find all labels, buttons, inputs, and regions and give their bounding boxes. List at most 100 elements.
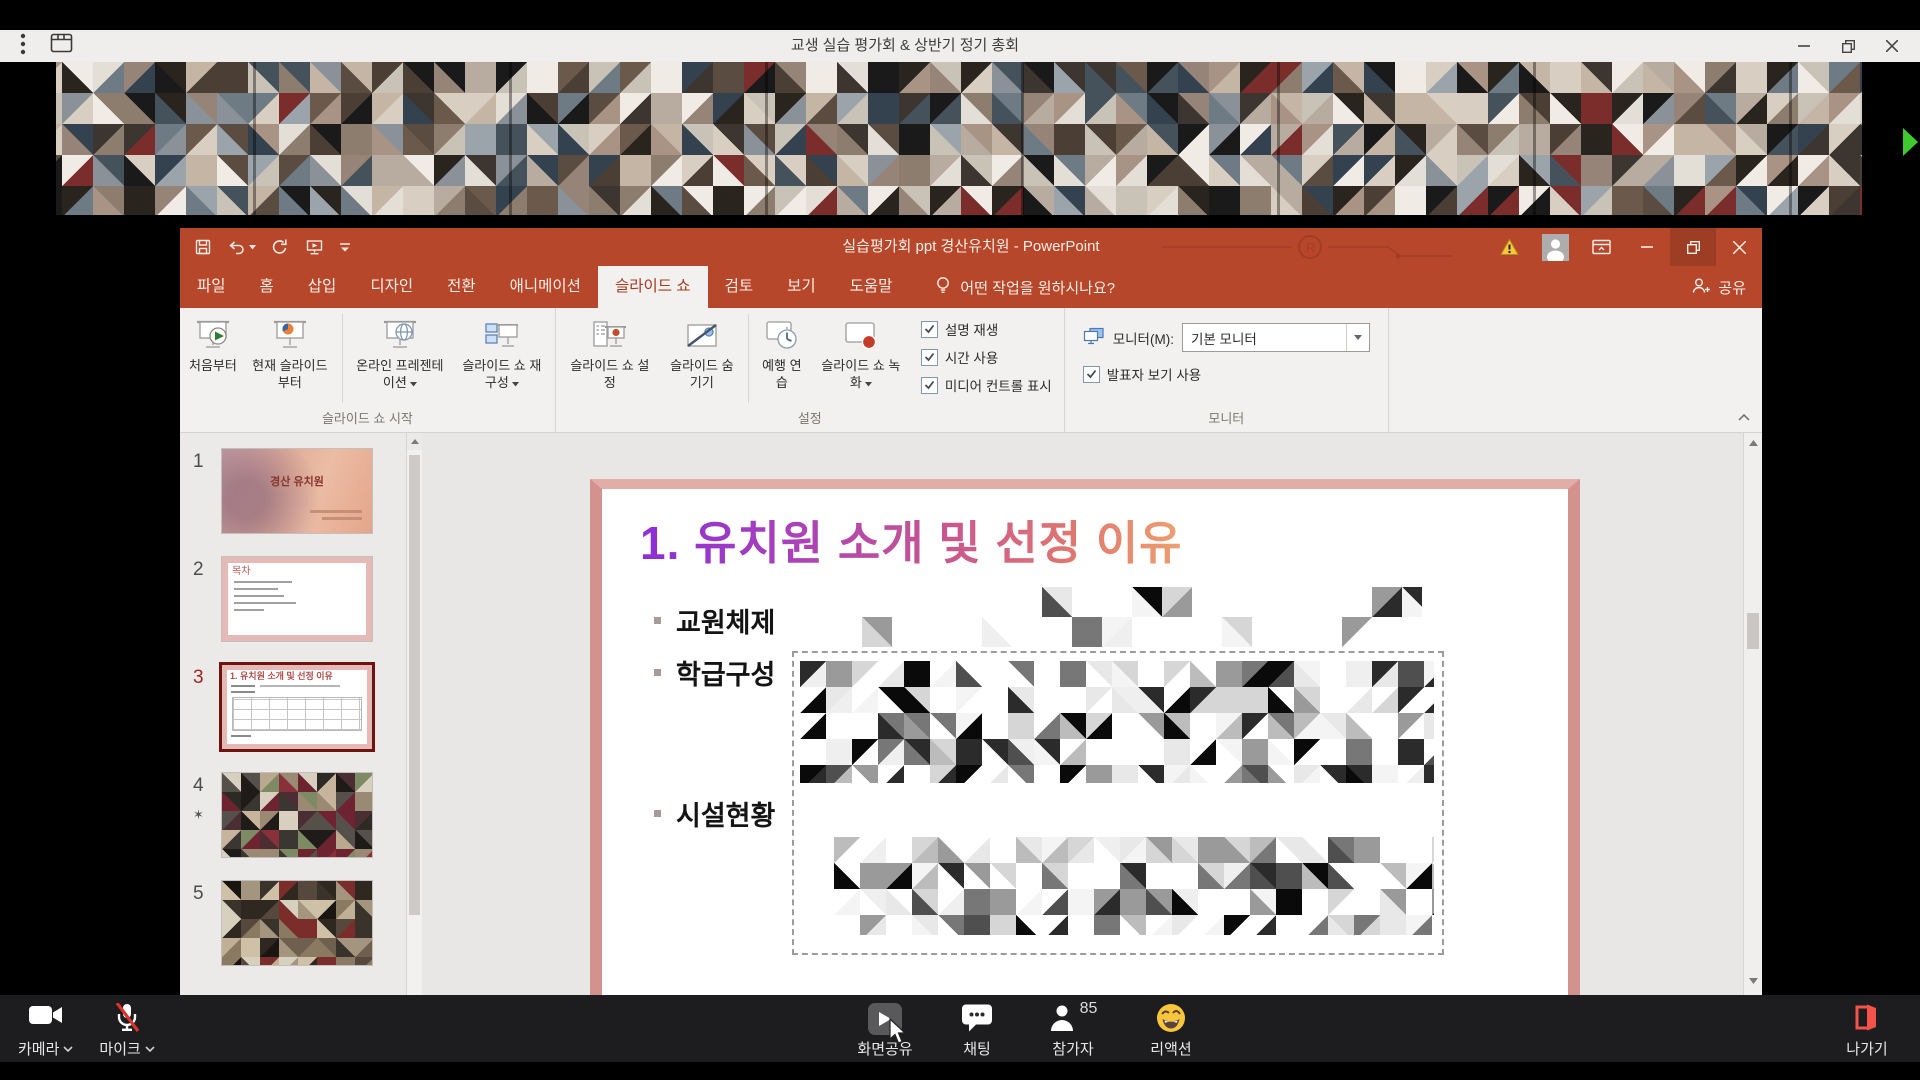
slide-title: 1. 유치원 소개 및 선정 이유	[640, 507, 1182, 573]
custom-slideshow-icon	[484, 314, 520, 358]
animation-star-icon[interactable]: ✶	[193, 807, 204, 823]
participants-icon	[1049, 1003, 1075, 1035]
reactions-button[interactable]: 리액션	[1133, 1003, 1209, 1059]
strip-overflow-arrow-icon[interactable]	[1901, 126, 1919, 163]
checkbox-checked-icon	[921, 321, 938, 338]
slideshow-options: 설명 재생 시간 사용 미디어 컨트롤 표시	[911, 311, 1060, 395]
chat-button[interactable]: 채팅	[941, 1003, 1013, 1059]
play-narrations-checkbox[interactable]: 설명 재생	[921, 319, 1052, 339]
hide-slide-icon	[684, 314, 720, 358]
pixelated-content-row	[802, 587, 1422, 647]
ribbon-display-options-icon[interactable]	[1578, 228, 1624, 266]
ribbon-tab-bar: 파일 홈 삽입 디자인 전환 애니메이션 슬라이드 쇼 검토 보기 도움말 어떤…	[180, 266, 1762, 308]
participant-video-strip	[0, 62, 1920, 215]
hide-slide-button[interactable]: 슬라이드 숨기기	[660, 311, 744, 392]
thumbnail-scrollbar[interactable]	[406, 433, 422, 995]
leave-button[interactable]: 나가기	[1828, 1003, 1906, 1059]
redo-icon[interactable]	[271, 238, 290, 256]
tab-help[interactable]: 도움말	[833, 266, 910, 308]
slide-bullet-1: 교원체제	[654, 601, 775, 640]
pixelated-table-bottom	[834, 837, 1434, 935]
app-close-button[interactable]	[1870, 30, 1914, 62]
tab-home[interactable]: 홈	[243, 266, 291, 308]
from-beginning-button[interactable]: 처음부터	[184, 311, 242, 375]
slide-5-thumbnail[interactable]	[222, 881, 372, 965]
slide-2-number: 2	[193, 559, 204, 581]
app-titlebar: 교생 실습 평가회 & 상반기 정기 총회	[0, 30, 1920, 62]
ppt-close-button[interactable]	[1716, 228, 1762, 266]
custom-slideshow-button[interactable]: 슬라이드 쇼 재구성	[453, 311, 551, 392]
camera-icon	[28, 1003, 64, 1033]
tab-view[interactable]: 보기	[770, 266, 833, 308]
laughing-emoji-icon	[1156, 1003, 1186, 1033]
meeting-title: 교생 실습 평가회 & 상반기 정기 총회	[0, 30, 1810, 62]
tab-transitions[interactable]: 전환	[430, 266, 493, 308]
slide-thumbnail-panel: 1 경산 유치원 2 목차	[180, 433, 406, 995]
show-media-controls-checkbox[interactable]: 미디어 컨트롤 표시	[921, 375, 1052, 395]
group-label-monitors: 모니터	[1069, 406, 1384, 432]
tab-animations[interactable]: 애니메이션	[493, 266, 598, 308]
lightbulb-icon	[935, 276, 951, 298]
shared-screen-area: 실습평가회 ppt 경산유치원 - PowerPoint R	[0, 215, 1920, 995]
tab-review[interactable]: 검토	[708, 266, 771, 308]
current-slide-canvas[interactable]: 1. 유치원 소개 및 선정 이유 교원체제 학급구성 시설현황	[590, 479, 1580, 995]
slide-4-number: 4	[193, 775, 204, 797]
record-slideshow-button[interactable]: 슬라이드 쇼 녹화	[811, 311, 911, 392]
rehearse-timings-button[interactable]: 예행 연습	[753, 311, 811, 392]
slide-4-thumbnail[interactable]	[222, 773, 372, 857]
share-button[interactable]: 공유	[1692, 266, 1746, 308]
save-icon[interactable]	[194, 238, 212, 256]
tab-design[interactable]: 디자인	[353, 266, 430, 308]
slide-3-number: 3	[193, 667, 204, 689]
scroll-down-icon[interactable]	[1744, 973, 1762, 989]
monitor-select[interactable]: 기본 모니터	[1182, 323, 1370, 352]
account-avatar[interactable]	[1532, 228, 1578, 266]
ribbon-group-monitors: 모니터(M): 기본 모니터 발표자 보기 사용	[1065, 308, 1389, 432]
ribbon: 처음부터 현재 슬라이드부터	[180, 308, 1762, 433]
watermark: R	[1162, 232, 1462, 262]
checkbox-checked-icon	[921, 349, 938, 366]
participants-button[interactable]: 85 참가자	[1029, 1003, 1117, 1059]
slide-2-thumbnail[interactable]: 목차	[222, 557, 372, 641]
scrollbar-thumb[interactable]	[1747, 613, 1759, 649]
rehearse-timings-icon	[765, 314, 799, 358]
slide-3-thumbnail[interactable]: 1. 유치원 소개 및 선정 이유	[222, 665, 372, 749]
ppt-minimize-button[interactable]	[1624, 228, 1670, 266]
customize-qat-icon[interactable]	[339, 241, 351, 253]
camera-button[interactable]: 카메라	[18, 1003, 73, 1059]
ppt-restore-button[interactable]	[1670, 228, 1716, 266]
setup-slideshow-button[interactable]: 슬라이드 쇼 설정	[560, 311, 660, 392]
pixelated-participant-videos	[0, 62, 1920, 215]
tab-slideshow[interactable]: 슬라이드 쇼	[598, 266, 708, 308]
mic-button[interactable]: 마이크	[99, 1003, 154, 1059]
app-minimize-button[interactable]	[1782, 30, 1826, 62]
scroll-up-icon[interactable]	[1744, 435, 1762, 451]
editor-scrollbar[interactable]	[1743, 433, 1762, 995]
record-slideshow-icon	[843, 314, 879, 358]
warning-icon[interactable]	[1486, 228, 1532, 266]
ribbon-group-setup: 슬라이드 쇼 설정 슬라이드 숨기기	[556, 308, 1065, 432]
undo-icon[interactable]	[227, 238, 256, 256]
use-timings-checkbox[interactable]: 시간 사용	[921, 347, 1052, 367]
tab-file[interactable]: 파일	[180, 266, 243, 308]
start-slideshow-icon[interactable]	[305, 238, 324, 256]
setup-slideshow-icon	[592, 314, 628, 358]
scroll-up-icon[interactable]	[407, 433, 422, 450]
tell-me-search[interactable]: 어떤 작업을 원하시나요?	[935, 266, 1115, 308]
present-online-button[interactable]: 온라인 프레젠테이션	[347, 311, 453, 392]
from-current-slide-button[interactable]: 현재 슬라이드부터	[242, 311, 338, 392]
slide-1-thumbnail[interactable]: 경산 유치원	[222, 449, 372, 533]
ppt-workspace: 1 경산 유치원 2 목차	[180, 433, 1762, 995]
slideshow-current-icon	[272, 314, 308, 358]
app-restore-button[interactable]	[1826, 30, 1870, 62]
scrollbar-thumb[interactable]	[409, 455, 420, 915]
group-label-setup: 설정	[560, 406, 1060, 432]
collapse-ribbon-button[interactable]	[1738, 408, 1750, 426]
chat-icon	[961, 1003, 993, 1033]
screen-share-button[interactable]: 화면공유	[845, 1003, 925, 1059]
use-presenter-view-checkbox[interactable]: 발표자 보기 사용	[1083, 364, 1201, 384]
powerpoint-window: 실습평가회 ppt 경산유치원 - PowerPoint R	[180, 228, 1762, 995]
tab-insert[interactable]: 삽입	[291, 266, 354, 308]
ppt-titlebar: 실습평가회 ppt 경산유치원 - PowerPoint R	[180, 228, 1762, 266]
pixelated-slide-5	[222, 881, 372, 965]
